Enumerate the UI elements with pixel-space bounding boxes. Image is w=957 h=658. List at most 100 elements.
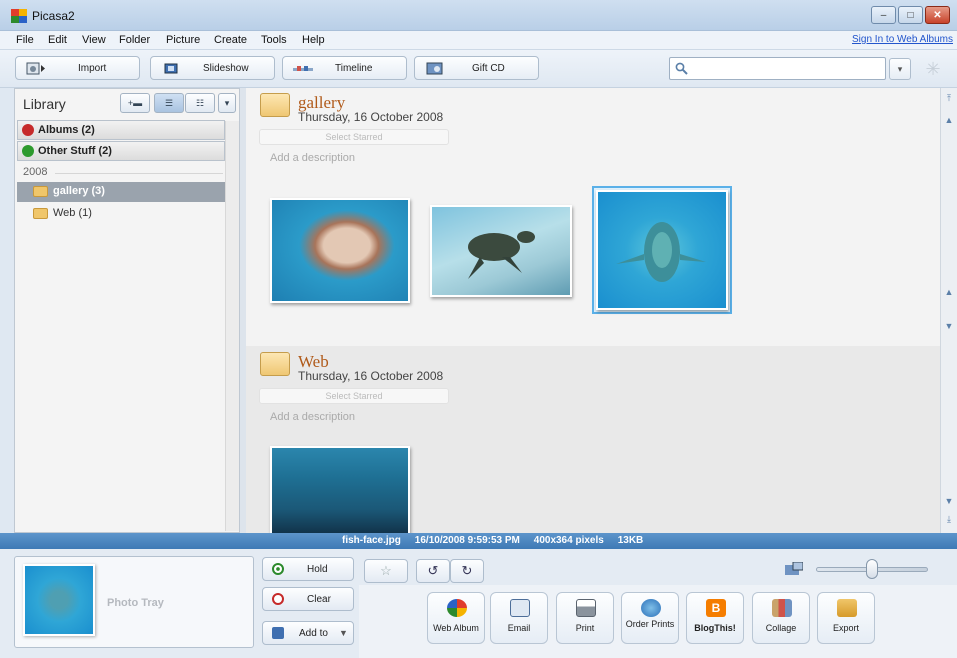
add-to-button[interactable]: Add to ▼ [262,621,354,645]
menu-folder[interactable]: Folder [119,34,150,46]
collage-button[interactable]: Collage [752,592,810,644]
thumbnail-size-icon [785,562,803,575]
globe-icon [641,599,661,617]
print-label: Print [575,623,595,633]
library-scrollbar[interactable] [225,121,239,531]
email-icon [510,599,530,617]
menu-tools[interactable]: Tools [261,34,287,46]
timeline-icon [293,66,313,71]
menu-picture[interactable]: Picture [166,34,200,46]
year-label: 2008 [23,166,48,178]
star-button[interactable]: ☆ [364,559,408,583]
album-icon [272,627,284,639]
hold-button[interactable]: Hold [262,557,354,581]
clear-button[interactable]: Clear [262,587,354,611]
year-divider [55,173,223,174]
tree-view-icon[interactable]: ☷ [185,93,215,113]
blogthis-label: BlogThis! [694,623,736,633]
close-button[interactable]: ✕ [925,6,950,24]
photo-divers[interactable] [270,446,410,533]
menu-edit[interactable]: Edit [48,34,67,46]
menu-view[interactable]: View [82,34,106,46]
collage-label: Collage [765,623,797,633]
busy-spinner-icon: ✳ [925,59,941,79]
minimize-button[interactable]: – [871,6,896,24]
gift-cd-button[interactable]: Gift CD [414,56,539,80]
export-button[interactable]: Export [817,592,875,644]
slider-handle[interactable] [866,559,878,579]
photo-scrollbar[interactable]: ⤒ ▲ ▲ ▼ ▼ ⤓ [940,88,957,533]
expanded-arrow-icon [22,145,34,157]
photo-tray: Photo Tray [14,556,254,648]
folder-gallery-label: gallery (3) [53,185,105,197]
action-bar: Web Album Email Print Order Prints B Blo… [359,585,957,658]
menu-help[interactable]: Help [302,34,325,46]
scroll-down-icon[interactable]: ▼ [943,495,955,507]
gift-cd-icon [426,62,443,75]
flat-view-icon[interactable]: ☰ [154,93,184,113]
print-icon [576,599,596,617]
status-text: fish-face.jpg 16/10/2008 9:59:53 PM 400x… [342,535,644,546]
chevron-down-icon: ▼ [339,628,348,638]
new-album-icon[interactable]: +▬ [120,93,150,113]
tray-label: Photo Tray [107,597,164,609]
menu-file[interactable]: File [16,34,34,46]
web-album-icon [447,599,467,617]
description-field[interactable]: Add a description [270,411,355,423]
group-other-stuff-label: Other Stuff (2) [38,145,112,157]
import-button[interactable]: Import [15,56,140,80]
export-label: Export [832,623,859,633]
web-album-button[interactable]: Web Album [427,592,485,644]
rotate-left-button[interactable]: ↺ [416,559,450,583]
sign-in-link[interactable]: Sign In to Web Albums [852,34,953,45]
collage-icon [772,599,792,617]
scroll-top-icon[interactable]: ⤒ [943,92,955,104]
page-down-icon[interactable]: ▼ [943,320,955,332]
export-icon [837,599,857,617]
search-options-icon[interactable]: ▾ [889,58,911,80]
scroll-bottom-icon[interactable]: ⤓ [943,513,955,525]
folder-gallery[interactable]: gallery (3) [17,182,225,202]
library-panel: Library +▬ ☰ ☷ ▾ Albums (2) Other Stuff … [14,88,240,533]
tray-thumbnail[interactable] [23,564,95,636]
hold-label: Hold [307,564,328,575]
folder-web[interactable]: Web (1) [17,204,225,224]
clear-icon [272,593,284,605]
add-to-label: Add to [299,628,328,639]
title-bar: Picasa2 – □ ✕ [0,0,957,31]
print-button[interactable]: Print [556,592,614,644]
folder-icon [260,93,290,117]
folder-section-gallery: gallery Thursday, 16 October 2008 Select… [246,88,940,346]
rotate-right-button[interactable]: ↻ [450,559,484,583]
timeline-label: Timeline [335,63,373,74]
group-albums[interactable]: Albums (2) [17,120,225,140]
group-other-stuff[interactable]: Other Stuff (2) [17,141,225,161]
import-label: Import [78,63,107,74]
photo-jellyfish[interactable] [270,198,410,303]
description-field[interactable]: Add a description [270,152,355,164]
select-starred-button[interactable]: Select Starred [259,129,449,145]
library-header: Library +▬ ☰ ☷ ▾ [15,89,239,119]
hold-icon [272,563,284,575]
library-title: Library [23,96,66,112]
maximize-button[interactable]: □ [898,6,923,24]
bottom-panel: Photo Tray Hold Clear Add to ▼ ☆ ↺ ↻ Web… [0,549,957,658]
web-album-label: Web Album [433,623,479,633]
search-input[interactable] [669,57,886,80]
timeline-button[interactable]: Timeline [282,56,407,80]
status-bar: fish-face.jpg 16/10/2008 9:59:53 PM 400x… [0,533,957,549]
menu-bar: File Edit View Folder Picture Create Too… [0,31,957,50]
slideshow-button[interactable]: Slideshow [150,56,275,80]
photo-turtle[interactable] [430,205,572,297]
page-up-icon[interactable]: ▲ [943,286,955,298]
blogger-icon: B [706,599,726,617]
scroll-up-icon[interactable]: ▲ [943,114,955,126]
section-date: Thursday, 16 October 2008 [298,110,444,124]
email-button[interactable]: Email [490,592,548,644]
order-prints-button[interactable]: Order Prints [621,592,679,644]
library-menu-icon[interactable]: ▾ [218,93,236,113]
select-starred-button[interactable]: Select Starred [259,388,449,404]
blogthis-button[interactable]: B BlogThis! [686,592,744,644]
menu-create[interactable]: Create [214,34,247,46]
photo-fish-face[interactable] [596,190,728,310]
